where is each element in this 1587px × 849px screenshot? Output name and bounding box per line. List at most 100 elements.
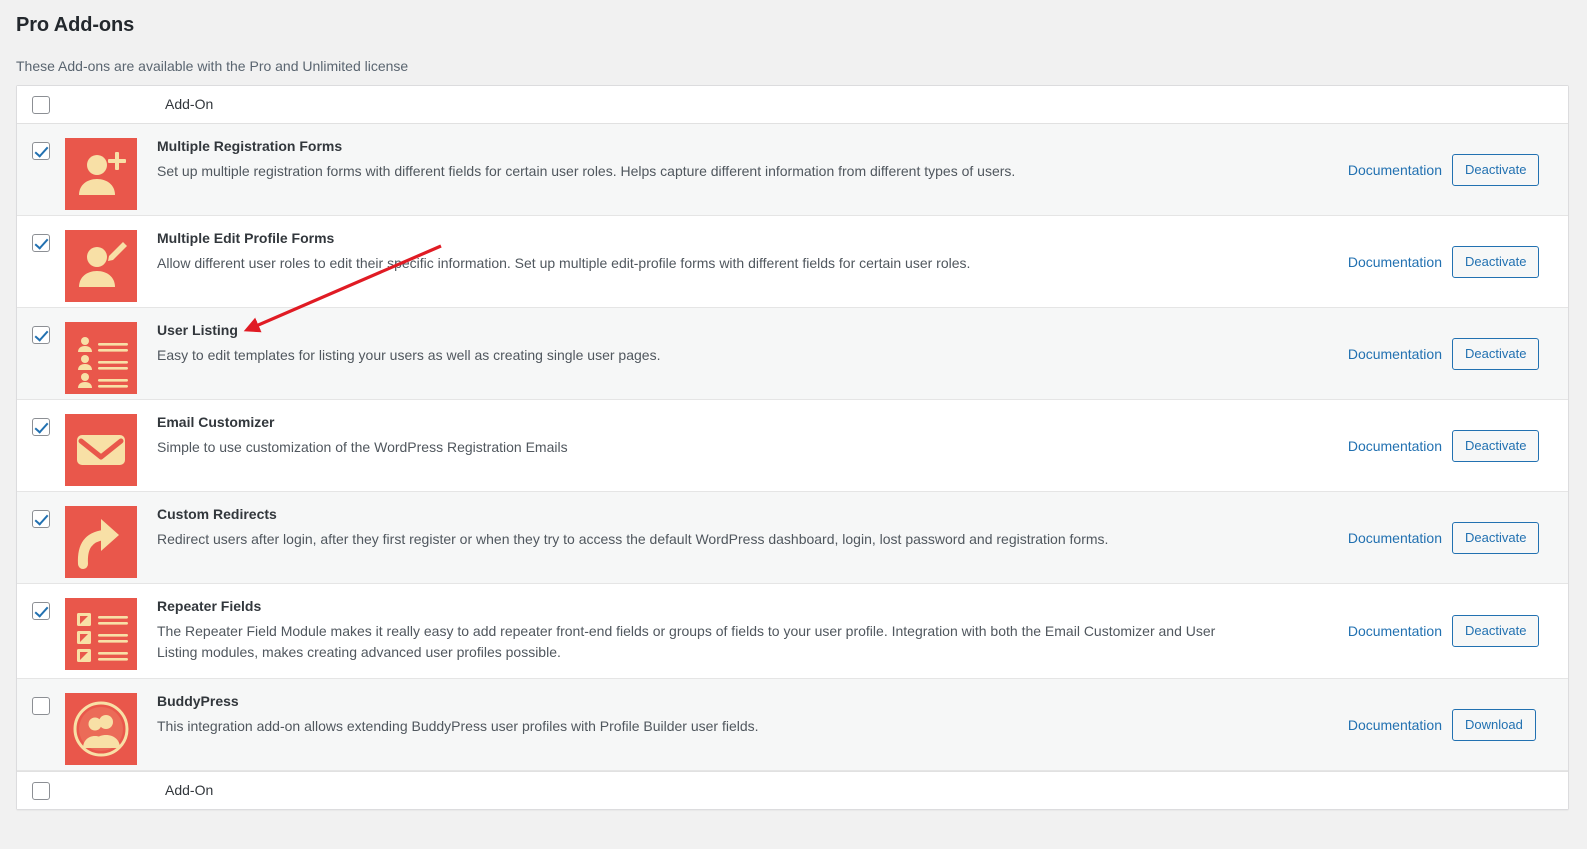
curved-arrow-icon: [65, 506, 137, 578]
documentation-link[interactable]: Documentation: [1348, 530, 1442, 546]
addon-name: Multiple Registration Forms: [157, 138, 343, 154]
row-content-cell: Email Customizer Simple to use customiza…: [157, 400, 1272, 491]
row-action-cell: Deactivate: [1452, 492, 1568, 583]
select-all-footer-cell: [17, 781, 65, 800]
row-icon-cell: [65, 492, 157, 583]
row-doc-cell: Documentation: [1272, 308, 1452, 399]
row-action-cell: Deactivate: [1452, 584, 1568, 678]
row-doc-cell: Documentation: [1272, 492, 1452, 583]
documentation-link[interactable]: Documentation: [1348, 438, 1442, 454]
row-icon-cell: [65, 124, 157, 215]
select-all-checkbox[interactable]: [32, 95, 50, 114]
row-content-cell: BuddyPress This integration add-on allow…: [157, 679, 1272, 770]
table-row: Custom Redirects Redirect users after lo…: [17, 492, 1568, 584]
documentation-link[interactable]: Documentation: [1348, 162, 1442, 178]
row-action-cell: Deactivate: [1452, 216, 1568, 307]
addons-table: Add-On Multiple Registration Forms Set u…: [16, 85, 1569, 811]
footer-icon-cell: [65, 784, 157, 798]
row-select-cell: [17, 308, 65, 399]
row-doc-cell: Documentation: [1272, 216, 1452, 307]
header-icon-cell: [65, 98, 157, 112]
pro-addons-page: Pro Add-ons These Add-ons are available …: [0, 0, 1587, 849]
addon-name: Email Customizer: [157, 414, 275, 430]
addon-name: Repeater Fields: [157, 598, 262, 614]
page-title: Pro Add-ons: [16, 14, 135, 36]
addon-description: Easy to edit templates for listing your …: [157, 346, 661, 363]
user-list-icon: [65, 322, 137, 394]
table-row: Repeater Fields The Repeater Field Modul…: [17, 584, 1568, 680]
row-checkbox[interactable]: [32, 142, 50, 160]
addon-name: BuddyPress: [157, 693, 239, 710]
addon-name: Custom Redirects: [157, 506, 277, 522]
user-pencil-icon: [65, 230, 137, 302]
deactivate-button[interactable]: Deactivate: [1452, 521, 1540, 554]
row-checkbox[interactable]: [32, 602, 50, 620]
row-icon-cell: [65, 584, 157, 678]
row-doc-cell: Documentation: [1272, 679, 1452, 770]
row-content-cell: Multiple Edit Profile Forms Allow differ…: [157, 216, 1272, 307]
row-doc-cell: Documentation: [1272, 124, 1452, 215]
row-content-cell: Repeater Fields The Repeater Field Modul…: [157, 584, 1272, 678]
documentation-link[interactable]: Documentation: [1348, 254, 1442, 270]
row-action-cell: Download: [1452, 679, 1568, 770]
row-doc-cell: Documentation: [1272, 400, 1452, 491]
row-checkbox[interactable]: [32, 697, 50, 716]
row-action-cell: Deactivate: [1452, 400, 1568, 491]
user-plus-icon: [65, 138, 137, 210]
deactivate-button[interactable]: Deactivate: [1452, 429, 1540, 462]
row-checkbox[interactable]: [32, 418, 50, 436]
row-content-cell: Custom Redirects Redirect users after lo…: [157, 492, 1272, 583]
row-checkbox[interactable]: [32, 326, 50, 344]
row-select-cell: [17, 679, 65, 770]
row-action-cell: Deactivate: [1452, 124, 1568, 215]
row-icon-cell: [65, 308, 157, 399]
download-button[interactable]: Download: [1452, 708, 1536, 741]
row-doc-cell: Documentation: [1272, 584, 1452, 678]
deactivate-button[interactable]: Deactivate: [1452, 153, 1540, 186]
footer-addon-cell: Add-On: [157, 782, 1272, 800]
addon-description: This integration add-on allows extending…: [157, 717, 759, 734]
addon-name: User Listing: [157, 322, 238, 338]
row-checkbox[interactable]: [32, 510, 50, 528]
row-checkbox[interactable]: [32, 234, 50, 252]
table-row: User Listing Easy to edit templates for …: [17, 308, 1568, 400]
page-subtitle: These Add-ons are available with the Pro…: [16, 58, 409, 74]
row-icon-cell: [65, 216, 157, 307]
addon-description: Set up multiple registration forms with …: [157, 162, 1016, 179]
documentation-link[interactable]: Documentation: [1348, 346, 1442, 362]
deactivate-button[interactable]: Deactivate: [1452, 245, 1540, 278]
header-addon-cell: Add-On: [157, 96, 1272, 114]
deactivate-button[interactable]: Deactivate: [1452, 615, 1540, 648]
select-all-footer-checkbox[interactable]: [32, 781, 50, 800]
row-select-cell: [17, 584, 65, 678]
row-content-cell: User Listing Easy to edit templates for …: [157, 308, 1272, 399]
row-icon-cell: [65, 400, 157, 491]
row-select-cell: [17, 216, 65, 307]
column-footer-addon: Add-On: [165, 781, 214, 798]
column-header-addon: Add-On: [165, 95, 214, 112]
buddypress-circle-icon: [65, 693, 137, 766]
addon-description: Allow different user roles to edit their…: [157, 254, 971, 271]
select-all-cell: [17, 95, 65, 114]
table-row: Multiple Edit Profile Forms Allow differ…: [17, 216, 1568, 308]
documentation-link[interactable]: Documentation: [1348, 623, 1442, 639]
table-row: BuddyPress This integration add-on allow…: [17, 679, 1568, 772]
addon-name: Multiple Edit Profile Forms: [157, 230, 335, 246]
table-footer-row: Add-On: [17, 771, 1568, 810]
row-icon-cell: [65, 679, 157, 770]
table-row: Email Customizer Simple to use customiza…: [17, 400, 1568, 492]
row-select-cell: [17, 400, 65, 491]
addon-description: The Repeater Field Module makes it reall…: [157, 622, 1216, 661]
repeater-list-icon: [65, 598, 137, 670]
row-content-cell: Multiple Registration Forms Set up multi…: [157, 124, 1272, 215]
row-select-cell: [17, 124, 65, 215]
documentation-link[interactable]: Documentation: [1348, 717, 1442, 733]
deactivate-button[interactable]: Deactivate: [1452, 337, 1540, 370]
table-header-row: Add-On: [17, 86, 1568, 124]
addon-description: Redirect users after login, after they f…: [157, 530, 1109, 547]
envelope-icon: [65, 414, 137, 486]
table-row: Multiple Registration Forms Set up multi…: [17, 124, 1568, 216]
row-action-cell: Deactivate: [1452, 308, 1568, 399]
row-select-cell: [17, 492, 65, 583]
addon-description: Simple to use customization of the WordP…: [157, 438, 568, 455]
